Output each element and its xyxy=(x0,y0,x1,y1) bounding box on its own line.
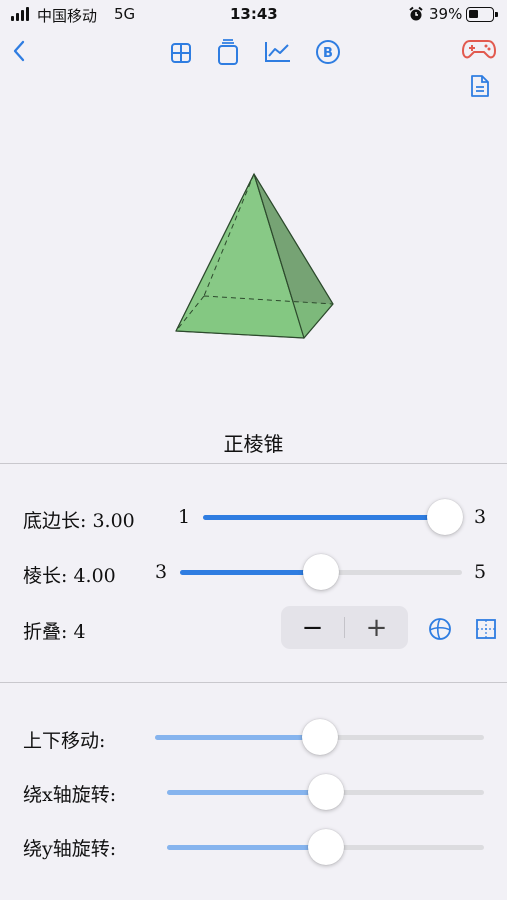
signal-bar xyxy=(11,16,14,21)
slider-thumb[interactable] xyxy=(301,719,338,755)
document-icon xyxy=(471,75,489,97)
shape-title: 正棱锥 xyxy=(223,432,284,456)
network-label: 5G xyxy=(114,5,136,23)
slider-thumb[interactable] xyxy=(307,774,344,810)
base-edge-label: 底边长: 3.00 xyxy=(23,510,135,532)
b-circle-icon: B xyxy=(316,40,340,64)
solid-view-button[interactable] xyxy=(214,36,242,68)
edge-max: 5 xyxy=(474,561,487,583)
fold-stepper[interactable]: − + xyxy=(281,606,408,649)
net-grid-icon xyxy=(476,619,496,639)
back-icon xyxy=(13,40,25,62)
status-bar: 中国移动 5G 13:43 39% xyxy=(0,0,507,30)
cylinder-icon xyxy=(218,39,238,65)
signal-bar xyxy=(16,13,19,21)
plus-button[interactable]: + xyxy=(345,606,408,649)
divider xyxy=(0,682,507,683)
minus-button[interactable]: − xyxy=(281,606,344,649)
move-slider[interactable] xyxy=(155,719,484,755)
battery-percent: 39% xyxy=(429,5,463,23)
net-toggle-button[interactable] xyxy=(474,617,498,641)
sphere-toggle-button[interactable] xyxy=(427,616,453,642)
divider xyxy=(0,463,507,464)
edge-min: 3 xyxy=(155,561,168,583)
slider-fill xyxy=(203,515,445,520)
rotate-x-label: 绕x轴旋转: xyxy=(23,784,117,806)
battery-icon xyxy=(466,7,498,22)
svg-text:B: B xyxy=(323,46,333,61)
b-mode-button[interactable]: B xyxy=(314,38,342,66)
game-button[interactable] xyxy=(461,36,497,62)
slider-fill xyxy=(155,735,320,740)
slider-fill xyxy=(167,845,326,850)
pyramid-canvas[interactable] xyxy=(150,160,350,350)
sphere-icon xyxy=(429,618,451,640)
rotate-y-slider[interactable] xyxy=(167,829,484,865)
slider-thumb[interactable] xyxy=(427,499,463,535)
clock: 13:43 xyxy=(230,5,278,23)
move-label: 上下移动: xyxy=(23,730,106,752)
slider-fill xyxy=(180,570,321,575)
fold-label: 折叠: 4 xyxy=(23,621,86,643)
gamepad-icon xyxy=(462,40,496,59)
slider-thumb[interactable] xyxy=(303,554,339,590)
slider-fill xyxy=(167,790,326,795)
base-edge-slider[interactable] xyxy=(203,499,463,535)
grid-view-button[interactable] xyxy=(168,40,194,66)
carrier-label: 中国移动 xyxy=(37,7,98,25)
line-chart-icon xyxy=(265,42,290,62)
signal-bar xyxy=(21,10,24,21)
rotate-y-label: 绕y轴旋转: xyxy=(23,838,117,860)
edge-label: 棱长: 4.00 xyxy=(23,565,116,587)
chart-view-button[interactable] xyxy=(263,38,293,66)
slider-thumb[interactable] xyxy=(307,829,344,865)
base-edge-max: 3 xyxy=(474,506,487,528)
alarm-icon xyxy=(409,6,423,21)
edge-slider[interactable] xyxy=(180,554,462,590)
base-edge-min: 1 xyxy=(178,506,191,528)
grid-icon xyxy=(171,43,191,63)
back-button[interactable] xyxy=(6,36,32,66)
rotate-x-slider[interactable] xyxy=(167,774,484,810)
document-button[interactable] xyxy=(468,72,492,100)
signal-bar xyxy=(26,7,29,21)
